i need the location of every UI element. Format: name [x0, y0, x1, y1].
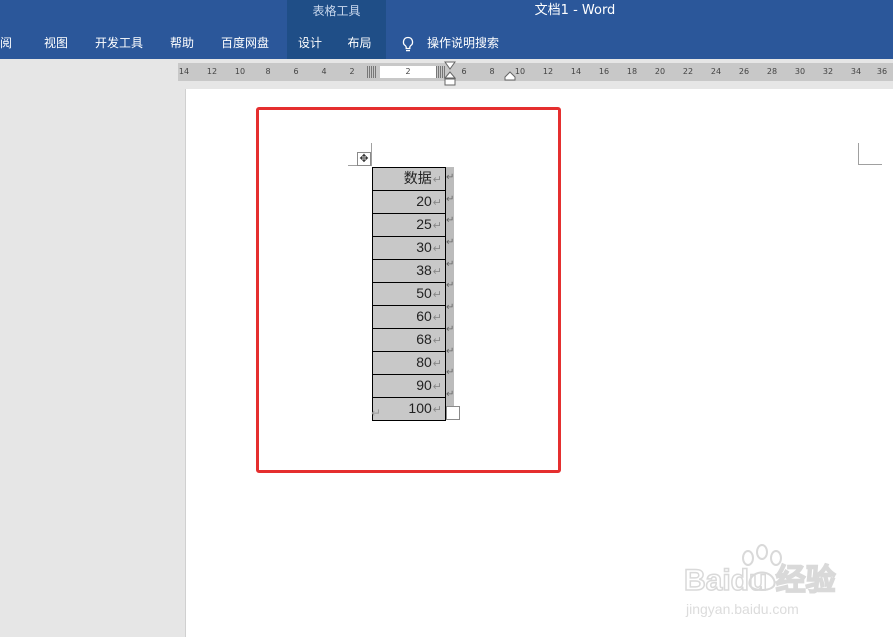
ruler-tick: 6 [461, 67, 467, 76]
ruler-tick: 24 [710, 67, 722, 76]
ruler-tick: 2 [349, 67, 355, 76]
annotation-highlight-box [256, 107, 561, 473]
ruler-tick: 4 [321, 67, 327, 76]
table-tools-context-group: 表格工具 [287, 0, 386, 30]
document-title: 文档1 - Word [534, 3, 616, 18]
ruler-column-marker[interactable] [367, 66, 376, 78]
ribbon-tab-bar: 审阅 视图 开发工具 帮助 百度网盘 设计 布局 操作说明搜索 [0, 30, 893, 59]
tab-view[interactable]: 视图 [44, 30, 68, 59]
ruler-tick: 36 [876, 67, 888, 76]
indent-marker[interactable] [444, 61, 456, 87]
tab-review[interactable]: 审阅 [0, 30, 12, 59]
ruler-tick: 6 [293, 67, 299, 76]
title-bar: 表格工具 文档1 - Word [0, 0, 893, 30]
ruler-tick: 28 [766, 67, 778, 76]
watermark-url: jingyan.baidu.com [685, 601, 799, 617]
ruler-tick: 34 [850, 67, 862, 76]
tell-me-search[interactable]: 操作说明搜索 [427, 30, 499, 57]
ruler-tick: 10 [234, 67, 246, 76]
left-gutter [0, 59, 185, 637]
tab-table-layout[interactable]: 布局 [333, 30, 386, 59]
ruler-tick: 8 [265, 67, 271, 76]
baidu-jingyan-watermark: Baidu 经验 jingyan.baidu.com [683, 544, 836, 617]
horizontal-ruler[interactable]: 14 12 10 8 6 4 2 2 6 8 10 12 14 16 18 20… [178, 61, 893, 86]
ruler-tick: 32 [822, 67, 834, 76]
margin-corner-mark [858, 143, 882, 165]
watermark-brand: Baidu 经验 [684, 563, 836, 597]
ruler-tick: 16 [598, 67, 610, 76]
ruler-tick: 14 [178, 67, 190, 76]
ruler-tick: 12 [206, 67, 218, 76]
ruler-tick: 20 [654, 67, 666, 76]
tab-developer[interactable]: 开发工具 [95, 30, 143, 59]
tab-baidu-netdisk[interactable]: 百度网盘 [221, 30, 269, 59]
ruler-tick: 22 [682, 67, 694, 76]
ruler-tick: 18 [626, 67, 638, 76]
tab-help[interactable]: 帮助 [170, 30, 194, 59]
ruler-tick: 2 [405, 67, 411, 76]
lightbulb-icon[interactable] [401, 36, 415, 53]
ruler-tick: 8 [489, 67, 495, 76]
ruler-tick: 26 [738, 67, 750, 76]
ruler-tick: 30 [794, 67, 806, 76]
right-indent-marker[interactable] [504, 71, 516, 81]
ruler-tick: 12 [542, 67, 554, 76]
tab-table-design[interactable]: 设计 [287, 30, 333, 59]
ruler-tick: 14 [570, 67, 582, 76]
